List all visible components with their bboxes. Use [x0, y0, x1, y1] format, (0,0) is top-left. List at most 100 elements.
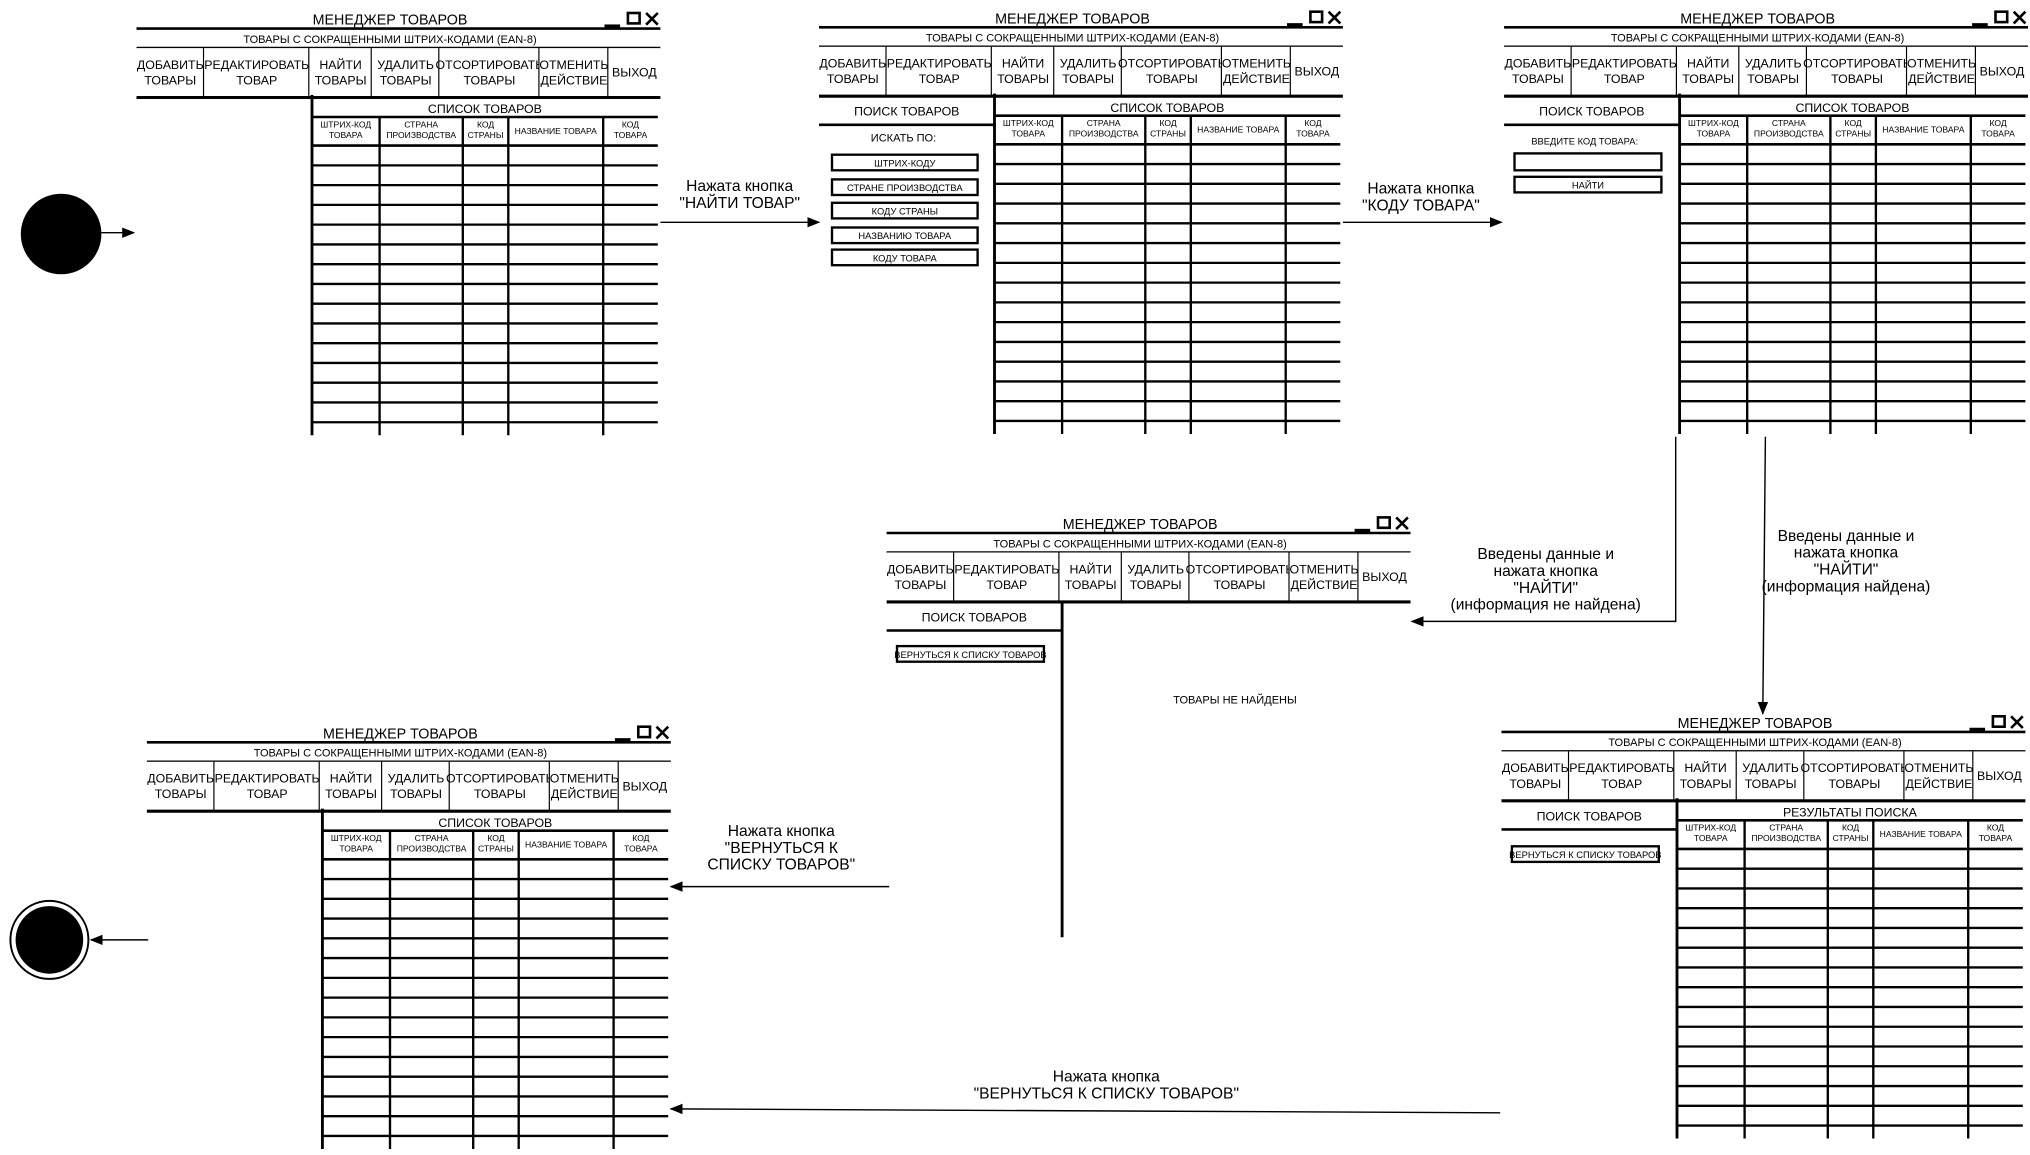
menu-button-delete[interactable]: УДАЛИТЬТОВАРЫ: [382, 761, 450, 812]
menu-button-label: ОТСОРТИРОВАТЬ: [1801, 761, 1909, 775]
transition-label: (информация найдена): [1762, 579, 1931, 596]
menu-button-label: ТОВАРЫ: [155, 787, 207, 801]
menu-button-find[interactable]: НАЙТИТОВАРЫ: [309, 48, 372, 98]
menu-button-edit[interactable]: РЕДАКТИРОВАТЬТОВАР: [1571, 46, 1677, 97]
column-header: СТРАНА: [404, 119, 438, 129]
menu-button-exit[interactable]: ВЫХОД: [1358, 552, 1411, 602]
menu-button-undo[interactable]: ОТМЕНИТЬДЕЙСТВИЕ: [550, 761, 619, 812]
window-enter-code: МЕНЕДЖЕР ТОВАРОВ ТОВАРЫ С СОКРАЩЕННЫМИ ШТ…: [1504, 10, 2028, 434]
menu-button-exit[interactable]: ВЫХОД: [608, 48, 661, 98]
menu-button-label: ТОВАРЫ: [1130, 578, 1182, 592]
menu-button-label: ДЕЙСТВИЕ: [541, 73, 608, 88]
window-title: МЕНЕДЖЕР ТОВАРОВ: [1680, 11, 1835, 27]
menu-button-find[interactable]: НАЙТИТОВАРЫ: [319, 761, 383, 812]
maximize-icon[interactable]: [636, 725, 652, 739]
search-option-0[interactable]: ШТРИХ-КОДУ: [830, 153, 979, 172]
back-to-list-button-label: ВЕРНУТЬСЯ К СПИСКУ ТОВАРОВ: [1509, 850, 1661, 860]
close-icon[interactable]: [1327, 10, 1342, 25]
menu-button-label: ТОВАРЫ: [1747, 72, 1799, 86]
menu-button-delete[interactable]: УДАЛИТЬТОВАРЫ: [1739, 46, 1807, 97]
menu-button-sort[interactable]: ОТСОРТИРОВАТЬТОВАРЫ: [1803, 46, 1911, 97]
menu-button-label: ДОБАВИТЬ: [1505, 57, 1572, 71]
column-header: СТРАНЫ: [1833, 833, 1869, 843]
menu-button-find[interactable]: НАЙТИТОВАРЫ: [1059, 552, 1122, 602]
menu-button-exit[interactable]: ВЫХОД: [1975, 46, 2028, 97]
search-option-1[interactable]: СТРАНЕ ПРОИЗВОДСТВА: [830, 178, 979, 197]
menu-button-add[interactable]: ДОБАВИТЬТОВАРЫ: [1501, 751, 1570, 801]
close-icon[interactable]: [655, 725, 670, 740]
menu-button-find[interactable]: НАЙТИТОВАРЫ: [1674, 751, 1737, 801]
menu-button-label: ДОБАВИТЬ: [887, 562, 954, 576]
back-to-list-button[interactable]: ВЕРНУТЬСЯ К СПИСКУ ТОВАРОВ: [894, 644, 1047, 663]
table-title: СПИСОК ТОВАРОВ: [428, 102, 542, 116]
menu-button-label: ТОВАР: [1604, 72, 1645, 86]
menu-button-delete[interactable]: УДАЛИТЬТОВАРЫ: [371, 48, 440, 98]
menu-button-edit[interactable]: РЕДАКТИРОВАТЬТОВАР: [886, 46, 992, 97]
menu-button-label: ТОВАРЫ: [1146, 72, 1198, 86]
search-option-0-label: ШТРИХ-КОДУ: [874, 158, 935, 168]
search-option-2[interactable]: КОДУ СТРАНЫ: [830, 201, 979, 220]
product-code-input[interactable]: [1513, 152, 1663, 172]
maximize-icon[interactable]: [626, 11, 641, 25]
caption-find-product: Нажата кнопка"НАЙТИ ТОВАР": [679, 178, 800, 212]
menu-button-exit[interactable]: ВЫХОД: [618, 761, 671, 812]
menu-button-label: ТОВАРЫ: [1065, 578, 1117, 592]
table-title: СПИСОК ТОВАРОВ: [438, 816, 552, 830]
menu-button-delete[interactable]: УДАЛИТЬТОВАРЫ: [1121, 552, 1190, 602]
menu-button-label: ДЕЙСТВИЕ: [551, 786, 618, 801]
column-header: СТРАНА: [1772, 118, 1806, 128]
menu-button-edit[interactable]: РЕДАКТИРОВАТЬТОВАР: [954, 552, 1060, 602]
maximize-icon[interactable]: [1376, 516, 1391, 530]
menu-button-undo[interactable]: ОТМЕНИТЬДЕЙСТВИЕ: [1290, 552, 1359, 602]
close-icon[interactable]: [1395, 516, 1409, 531]
menu-button-exit[interactable]: ВЫХОД: [1290, 46, 1343, 97]
close-icon[interactable]: [645, 12, 659, 26]
menu-button-edit[interactable]: РЕДАКТИРОВАТЬТОВАР: [1569, 751, 1675, 801]
back-to-list-button[interactable]: ВЕРНУТЬСЯ К СПИСКУ ТОВАРОВ: [1509, 845, 1662, 864]
menu-button-sort[interactable]: ОТСОРТИРОВАТЬТОВАРЫ: [1118, 46, 1226, 97]
menu-button-find[interactable]: НАЙТИТОВАРЫ: [1676, 46, 1740, 97]
search-option-3[interactable]: НАЗВАНИЮ ТОВАРА: [830, 226, 979, 245]
close-icon[interactable]: [2012, 10, 2027, 25]
maximize-icon[interactable]: [1309, 10, 1324, 24]
find-button[interactable]: НАЙТИ: [1513, 175, 1663, 194]
search-option-3-label: НАЗВАНИЮ ТОВАРА: [858, 231, 951, 241]
window-subtitle: ТОВАРЫ С СОКРАЩЕННЫМИ ШТРИХ-КОДАМИ (EAN-…: [926, 33, 1219, 45]
menu-button-undo[interactable]: ОТМЕНИТЬДЕЙСТВИЕ: [539, 48, 608, 98]
menu-button-undo[interactable]: ОТМЕНИТЬДЕЙСТВИЕ: [1907, 46, 1976, 97]
menu-button-label: ТОВАРЫ: [464, 74, 516, 88]
menu-button-undo[interactable]: ОТМЕНИТЬДЕЙСТВИЕ: [1904, 751, 1973, 801]
arrow-back-from-results: [669, 1103, 1501, 1115]
menu-button-add[interactable]: ДОБАВИТЬТОВАРЫ: [146, 761, 215, 812]
menu-button-label: ДОБАВИТЬ: [147, 772, 214, 786]
search-option-4[interactable]: КОДУ ТОВАРА: [830, 248, 979, 267]
menu-button-add[interactable]: ДОБАВИТЬТОВАРЫ: [136, 48, 205, 98]
menu-button-sort[interactable]: ОТСОРТИРОВАТЬТОВАРЫ: [446, 761, 554, 812]
menu-button-exit[interactable]: ВЫХОД: [1973, 751, 2026, 801]
maximize-icon[interactable]: [1991, 714, 2006, 728]
menu-button-add[interactable]: ДОБАВИТЬТОВАРЫ: [819, 46, 887, 97]
menu-button-delete[interactable]: УДАЛИТЬТОВАРЫ: [1736, 751, 1805, 801]
menu-button-add[interactable]: ДОБАВИТЬТОВАРЫ: [1504, 46, 1572, 97]
column-header: КОД: [487, 833, 504, 843]
search-panel-title: ПОИСК ТОВАРОВ: [922, 610, 1027, 624]
menu-button-edit[interactable]: РЕДАКТИРОВАТЬТОВАР: [214, 761, 320, 812]
column-header: ПРОИЗВОДСТВА: [397, 843, 467, 853]
menu-button-sort[interactable]: ОТСОРТИРОВАТЬТОВАРЫ: [436, 48, 544, 98]
maximize-icon[interactable]: [1994, 10, 2009, 24]
menu-button-undo[interactable]: ОТМЕНИТЬДЕЙСТВИЕ: [1222, 46, 1291, 97]
menu-button-label: ОТСОРТИРОВАТЬ: [1118, 57, 1226, 71]
menu-button-sort[interactable]: ОТСОРТИРОВАТЬТОВАРЫ: [1801, 751, 1909, 801]
menu-button-label: ОТМЕНИТЬ: [550, 772, 619, 786]
close-icon[interactable]: [2010, 715, 2024, 729]
menu-button-add[interactable]: ДОБАВИТЬТОВАРЫ: [886, 552, 955, 602]
final-state-core: [15, 906, 84, 974]
menu-button-label: ТОВАРЫ: [827, 72, 879, 86]
menu-button-edit[interactable]: РЕДАКТИРОВАТЬТОВАР: [204, 48, 310, 98]
menu-button-find[interactable]: НАЙТИТОВАРЫ: [991, 46, 1055, 97]
menu-button-delete[interactable]: УДАЛИТЬТОВАРЫ: [1054, 46, 1122, 97]
menu-button-sort[interactable]: ОТСОРТИРОВАТЬТОВАРЫ: [1186, 552, 1294, 602]
state-diagram: МЕНЕДЖЕР ТОВАРОВ ТОВАРЫ С СОКРАЩЕННЫМИ ШТ…: [0, 0, 2028, 1151]
menu-button-label: ОТСОРТИРОВАТЬ: [1186, 562, 1294, 576]
menu-button-label: ТОВАРЫ: [390, 787, 442, 801]
